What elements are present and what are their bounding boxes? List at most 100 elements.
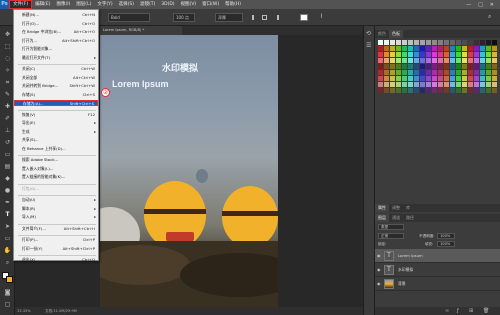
color-swatch[interactable] [396,52,401,57]
color-swatch[interactable] [474,58,479,63]
color-swatch[interactable] [486,52,491,57]
marquee-tool-icon[interactable]: ⬚ [3,42,12,51]
layer-row-watermark[interactable]: ◉ T 水印模拟 [375,263,500,277]
color-swatch[interactable] [408,46,413,51]
color-swatch[interactable] [432,76,437,81]
crop-tool-icon[interactable]: ⌗ [3,78,12,87]
color-swatch[interactable] [492,88,497,93]
file-menu-item-9[interactable]: 存储(S) Ctrl+S [14,92,98,98]
color-swatch[interactable] [468,52,473,57]
color-swatch[interactable] [402,58,407,63]
lasso-tool-icon[interactable]: ◌ [3,54,12,63]
color-swatch[interactable] [402,88,407,93]
color-swatch[interactable] [426,70,431,75]
menu-layer[interactable]: 图层(L) [73,0,94,9]
eraser-tool-icon[interactable]: ▭ [3,150,12,159]
color-swatch[interactable] [378,58,383,63]
color-swatch[interactable] [414,52,419,57]
color-swatch[interactable] [438,64,443,69]
font-size-select[interactable]: 100 点 [173,13,195,22]
color-swatch[interactable] [474,40,479,45]
zoom-level[interactable]: 33.33% [17,307,31,315]
color-swatch[interactable] [408,82,413,87]
color-swatch[interactable] [420,76,425,81]
color-swatch[interactable] [438,70,443,75]
color-swatch[interactable] [486,76,491,81]
color-swatch[interactable] [396,82,401,87]
color-swatch[interactable] [456,64,461,69]
color-swatch[interactable] [420,82,425,87]
color-swatch[interactable] [438,52,443,57]
color-swatch[interactable] [450,58,455,63]
color-swatch[interactable] [390,40,395,45]
color-swatch[interactable] [480,46,485,51]
color-swatch[interactable] [384,52,389,57]
new-layer-icon[interactable]: ⊞ [469,308,473,314]
color-swatch[interactable] [390,46,395,51]
fill-input[interactable]: 100% [437,241,455,247]
color-swatch[interactable] [444,52,449,57]
path-select-icon[interactable]: ➤ [3,222,12,231]
file-menu-item-26[interactable]: 退出(X) Ctrl+Q [14,257,98,263]
color-swatch[interactable] [468,70,473,75]
warp-text-icon[interactable]: ⌇ [320,13,323,20]
color-swatch[interactable] [390,58,395,63]
color-swatch[interactable] [456,82,461,87]
color-swatch[interactable] [438,58,443,63]
color-swatch[interactable] [480,64,485,69]
image-canvas[interactable]: 水印模拟 Lorem Ipsum [100,35,278,307]
color-swatch[interactable] [444,46,449,51]
text-color-swatch[interactable] [300,14,308,21]
visibility-eye-icon[interactable]: ◉ [377,281,381,286]
color-swatch[interactable] [462,46,467,51]
color-swatch[interactable] [480,58,485,63]
tab-channels[interactable]: 通道 [389,214,403,222]
tab-layers[interactable]: 图层 [375,214,389,222]
color-swatch[interactable] [456,52,461,57]
color-swatch[interactable] [390,70,395,75]
color-swatch[interactable] [480,88,485,93]
color-swatch[interactable] [474,88,479,93]
color-swatch[interactable] [450,52,455,57]
color-swatch[interactable] [468,58,473,63]
color-swatch[interactable] [456,58,461,63]
menu-3d[interactable]: 3D(D) [158,0,177,9]
color-swatch[interactable] [468,40,473,45]
color-swatch[interactable] [432,40,437,45]
gradient-tool-icon[interactable]: ▤ [3,162,12,171]
color-swatch[interactable] [384,46,389,51]
color-swatch[interactable] [444,88,449,93]
color-swatch[interactable] [492,58,497,63]
tab-color[interactable]: 颜色 [375,30,389,38]
opacity-input[interactable]: 100% [437,233,455,239]
color-swatch[interactable] [426,40,431,45]
document-tab[interactable]: Lorem Ipsum, RGB/8) * [100,26,182,35]
menu-help[interactable]: 帮助(H) [222,0,244,9]
file-menu-item-20[interactable]: 自动(U) ▸ [14,197,98,203]
color-swatch[interactable] [456,70,461,75]
file-menu-item-3[interactable]: 打开为... Alt+Shift+Ctrl+O [14,38,98,44]
color-swatch[interactable] [486,64,491,69]
file-menu-item-5[interactable]: 最近打开文件(T) ▸ [14,55,98,61]
color-swatch[interactable] [480,76,485,81]
color-swatch[interactable] [384,88,389,93]
zoom-tool-icon[interactable]: ⌕ [3,258,12,267]
file-menu-item-18[interactable]: 置入链接的智能对象(K)... [14,174,98,180]
color-swatch[interactable] [438,46,443,51]
visibility-eye-icon[interactable]: ◉ [377,267,381,272]
align-right-icon[interactable] [275,15,279,20]
color-swatch[interactable] [444,70,449,75]
color-swatch[interactable] [468,88,473,93]
color-swatch[interactable] [462,82,467,87]
color-swatch[interactable] [426,58,431,63]
color-swatch[interactable] [408,70,413,75]
color-swatch[interactable] [408,40,413,45]
color-swatch[interactable] [396,64,401,69]
color-swatch[interactable] [408,88,413,93]
color-swatch[interactable] [384,82,389,87]
tab-libraries[interactable]: 库 [403,204,413,212]
color-swatch[interactable] [486,82,491,87]
color-swatch[interactable] [468,46,473,51]
color-swatch[interactable] [390,52,395,57]
color-swatch[interactable] [408,58,413,63]
